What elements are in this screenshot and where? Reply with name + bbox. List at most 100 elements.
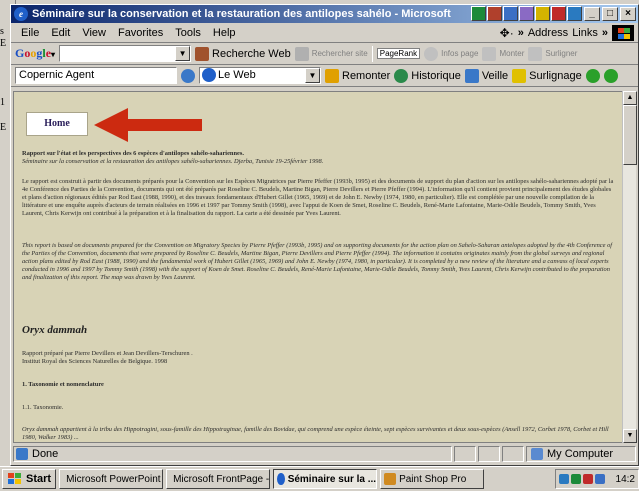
surligner-button[interactable]: Surligner — [528, 46, 578, 61]
task-label: Paint Shop Pro — [399, 473, 467, 485]
paragraph-french: Le rapport est construit à partir des do… — [22, 178, 614, 218]
status-cell — [454, 446, 476, 462]
scroll-down-arrow-icon[interactable]: ▼ — [623, 429, 637, 443]
tray-icon[interactable] — [595, 474, 605, 484]
report-subtitle: Séminaire sur la conservation et la rest… — [22, 158, 324, 165]
status-bar: Done My Computer — [13, 445, 636, 463]
tray-icon[interactable] — [571, 474, 581, 484]
address-label[interactable]: Address — [528, 27, 568, 39]
chevron-down-icon[interactable]: ▼ — [305, 68, 320, 83]
chevron-down-icon[interactable]: ▼ — [175, 46, 191, 61]
taskbar-item-frontpage[interactable]: Microsoft FrontPage - ... — [166, 469, 271, 489]
menu-help[interactable]: Help — [207, 27, 242, 39]
security-zone[interactable]: My Computer — [526, 446, 636, 462]
monter-button[interactable]: Monter — [482, 46, 525, 61]
infos-page-button[interactable]: Infos page — [424, 46, 479, 61]
menu-bar: Eile Edit View Favorites Tools Help ✥· »… — [11, 23, 638, 43]
history-icon — [394, 68, 409, 83]
paragraph-english: This report is based on documents prepar… — [22, 242, 613, 282]
paragraph-taxonomy: Oryx dammah appartient à la tribu des Hi… — [22, 426, 609, 442]
app-icon[interactable] — [503, 6, 518, 21]
start-button[interactable]: Start — [2, 469, 57, 489]
tray-icon[interactable] — [559, 474, 569, 484]
surligner-label: Surligner — [545, 49, 578, 58]
toolbar-settings-icon[interactable]: ✥· — [500, 26, 514, 40]
title-bar[interactable]: e Séminaire sur la conservation et la re… — [11, 5, 638, 23]
vertical-scrollbar[interactable]: ▲ ▼ — [622, 91, 637, 443]
pagerank-badge[interactable]: PageRank — [376, 48, 421, 59]
status-cell — [478, 446, 500, 462]
status-main: Done — [13, 446, 452, 462]
historique-label: Historique — [411, 69, 461, 82]
remonter-button[interactable]: Remonter — [325, 68, 391, 83]
taskbar: Start Microsoft PowerPoint ... Microsoft… — [0, 466, 639, 491]
system-tray: 14:2 — [555, 469, 639, 489]
window-title: Séminaire sur la conservation et la rest… — [32, 8, 452, 20]
remonter-label: Remonter — [342, 69, 391, 82]
menu-edit[interactable]: Edit — [45, 27, 76, 39]
google-search-input[interactable]: ▼ — [59, 45, 192, 62]
forward-arrow-icon[interactable] — [603, 68, 618, 83]
divider — [371, 45, 373, 62]
app-icon[interactable] — [535, 6, 550, 21]
info-icon — [424, 46, 439, 61]
app-icon[interactable] — [551, 6, 566, 21]
menu-file[interactable]: Eile — [15, 27, 45, 39]
links-label[interactable]: Links — [572, 27, 598, 39]
highlighter-icon — [528, 46, 543, 61]
copernic-agent-input[interactable]: Copernic Agent — [15, 67, 177, 84]
maximize-button[interactable]: □ — [602, 7, 618, 21]
page-done-icon — [16, 448, 28, 460]
veille-button[interactable]: Veille — [464, 68, 508, 83]
taskbar-item-powerpoint[interactable]: Microsoft PowerPoint ... — [59, 469, 164, 489]
app-icon[interactable] — [519, 6, 534, 21]
clock[interactable]: 14:2 — [616, 474, 635, 485]
scroll-up-arrow-icon[interactable]: ▲ — [623, 91, 637, 105]
report-title: Rapport sur l'état et les perspectives d… — [22, 150, 244, 157]
google-toolbar: Google▾ ▼ Recherche Web Rechercher site … — [11, 43, 638, 65]
back-arrow-icon[interactable] — [585, 68, 600, 83]
windows-logo-icon — [7, 472, 23, 486]
chevron-more-icon[interactable]: » — [602, 27, 608, 39]
menu-favorites[interactable]: Favorites — [112, 27, 169, 39]
app-icon[interactable] — [567, 6, 582, 21]
folder-up-icon — [482, 46, 497, 61]
red-arrow-shape — [94, 108, 202, 142]
paint-shop-icon — [384, 473, 397, 485]
status-text: Done — [32, 448, 59, 460]
minimize-button[interactable]: _ — [584, 7, 600, 21]
page-content: Home Rapport sur l'état et les perspecti… — [13, 91, 624, 443]
copernic-mode-select[interactable]: Le Web ▼ — [199, 67, 321, 84]
task-label: Microsoft PowerPoint ... — [66, 473, 164, 485]
institute-line: Institut Royal des Sciences Naturelles d… — [22, 358, 168, 365]
home-link-box[interactable]: Home — [26, 112, 88, 136]
taskbar-item-paintshop[interactable]: Paint Shop Pro — [380, 469, 485, 489]
recherche-web-button[interactable]: Recherche Web — [195, 46, 291, 61]
scroll-thumb[interactable] — [623, 105, 637, 165]
zone-label: My Computer — [547, 448, 614, 460]
chevron-more-icon[interactable]: » — [518, 27, 524, 39]
section-heading: 1. Taxonomie et nomenclature — [22, 381, 104, 388]
app-icon[interactable] — [471, 6, 486, 21]
menu-view[interactable]: View — [76, 27, 112, 39]
tray-icon[interactable] — [583, 474, 593, 484]
close-button[interactable]: × — [620, 7, 636, 21]
site-search-icon — [294, 46, 309, 61]
app-icon[interactable] — [487, 6, 502, 21]
red-arrow-annotation — [94, 108, 202, 142]
browser-window: e Séminaire sur la conservation et la re… — [10, 4, 639, 466]
rechercher-site-button[interactable]: Rechercher site — [294, 46, 368, 61]
taskbar-item-ie[interactable]: Séminaire sur la ... — [273, 469, 378, 489]
monter-label: Monter — [499, 49, 525, 58]
task-label: Séminaire sur la ... — [287, 473, 377, 485]
home-link[interactable]: Home — [27, 113, 87, 135]
computer-icon — [531, 448, 543, 460]
surlignage-label: Surlignage — [529, 69, 582, 82]
menu-tools[interactable]: Tools — [169, 27, 207, 39]
surlignage-button[interactable]: Surlignage — [512, 68, 582, 83]
google-logo[interactable]: Google▾ — [15, 46, 55, 61]
historique-button[interactable]: Historique — [394, 68, 461, 83]
infos-page-label: Infos page — [441, 49, 479, 58]
search-icon[interactable] — [181, 68, 195, 83]
rechercher-site-label: Rechercher site — [311, 49, 368, 58]
